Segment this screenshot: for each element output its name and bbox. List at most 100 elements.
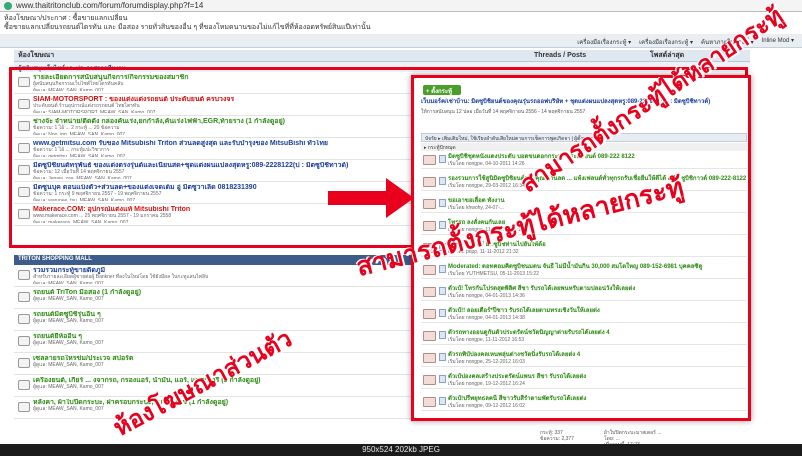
thread-title-link[interactable]: หลังคา, ผ้าใบปิดกระบะ, ฝาครอบกระบะ, เบาะ…	[33, 399, 228, 406]
toolbar-item[interactable]: Inline Mod ▾	[762, 37, 794, 44]
shopping-thread-list: รวมรวมกระทู้ขายติดภูมิ สำหรับรายละเอียดผู…	[14, 265, 414, 419]
speech-bubble-icon	[18, 270, 30, 280]
image-viewer-statusbar: 950x524 202kb JPEG	[0, 444, 802, 456]
breadcrumb-line-1[interactable]: ห้องโฆษณา/ประกาศ : ซื้อขายแลกเปลี่ยน	[4, 14, 371, 23]
speech-bubble-icon	[18, 380, 30, 390]
document-icon	[439, 309, 446, 317]
thread-title-link[interactable]: เซลลายรถใหรข่ม/ประเวจ สปอร์ต	[33, 355, 133, 362]
popup-thread-row[interactable]: ตัวเป๋! โทรกันโปรดสุดพิลิศ สีชา รับรถได้…	[421, 284, 747, 301]
thread-moderators: ผู้ดูแล: MEAW_SAN, Kamo_007	[33, 340, 104, 346]
toolbar-item[interactable]: เครื่องมือเรื่องกระทู้ ▾	[577, 37, 631, 46]
popup-thread-text: ตัวเป๋!! ลอยเดือร์*ปีชาว รับรถได้เลยตามท…	[448, 308, 600, 322]
popup-thread-starter: เริ่มโดย nongpe, 04-10-2011 14:26	[448, 161, 525, 167]
breadcrumb: ห้องโฆษณา/ประกาศ : ซื้อขายแลกเปลี่ยน ซื้…	[4, 14, 371, 32]
document-icon	[439, 221, 446, 229]
popup-thread-title[interactable]: มิตซูบิชิชุดหนังแดงประดับ บอดขนดอกกระบะ …	[448, 154, 635, 161]
thread-title-link[interactable]: รวมรวมกระทู้ขายติดภูมิ	[33, 267, 208, 274]
popup-thread-title[interactable]: ตัวเป๋ปองคลเสร้างประตรัตน์แพนร สีชา รับร…	[448, 374, 586, 381]
subforum-meta: ให้การสนับสนุน 12 ปลอ เมื่อวันที่ 14 พฤศ…	[421, 109, 586, 115]
envelope-icon	[423, 287, 436, 297]
popup-thread-title[interactable]: ตัวเป๋!! ลอยเดือร์*ปีชาว รับรถได้เลยตามท…	[448, 308, 600, 315]
popup-thread-starter: เริ่มโดย nongpe, 11-11-2012 19:23	[448, 227, 525, 233]
envelope-icon	[423, 199, 436, 209]
thread-title-link[interactable]: รถยนต์ยี่ห้ออื่น ๆ	[33, 333, 104, 340]
envelope-icon	[423, 177, 436, 187]
last-row-stats: กระทู้: 337 ข้อความ: 2,377	[540, 430, 574, 442]
thread-text: รถยนต์มิตซูบิชิรุ่นอื่น ๆผู้ดูแล: MEAW_S…	[33, 311, 104, 328]
popup-thread-row[interactable]: โทรรถ ลงสั่งคนกันเลย เริ่มโดย nongpe, 11-…	[421, 218, 747, 235]
popup-thread-title[interactable]: ตัวรถทางออนดูกันตัวประตรัตน์ชวัตนิญญาต่า…	[448, 330, 610, 337]
popup-thread-row[interactable]: ตัวเป๋ปองคลเสร้างประตรัตน์แพนร สีชา รับร…	[421, 372, 747, 389]
thread-title-link[interactable]: รถยนต์ TriTon มือสอง (1 กำลังดูอยู่)	[33, 289, 141, 296]
thread-row[interactable]: เซลลายรถใหรข่ม/ประเวจ สปอร์ต ผู้ดูแล: MEA…	[14, 353, 414, 375]
speech-bubble-icon	[18, 358, 30, 368]
document-icon	[439, 265, 446, 273]
popup-thread-starter: เริ่มโดย nongpe, 25-12-2012 16:03	[448, 359, 525, 365]
popup-thread-row[interactable]: Moderated: ดอทคอมคิดซูบิชนมดน จันธี ไม่ม…	[421, 262, 747, 279]
popup-thread-starter: เริ่มโดย popp, 11-11-2012 21:32	[448, 249, 519, 255]
thread-row[interactable]: รวมรวมกระทู้ขายติดภูมิ สำหรับรายละเอียดผู…	[14, 265, 414, 287]
document-icon	[439, 375, 446, 383]
envelope-icon	[423, 375, 436, 385]
browser-address-bar[interactable]: www.thaitritonclub.com/forum/forumdispla…	[0, 0, 802, 12]
popup-thread-row[interactable]: ขอเอาขอเลื่อด ทังงาน เริ่มโดย khwohy, 24-…	[421, 196, 747, 213]
thread-row[interactable]: รถยนต์ยี่ห้ออื่น ๆผู้ดูแล: MEAW_SAN, Kam…	[14, 331, 414, 353]
popup-thread-row[interactable]: ตัวเป๋!ปรีพยุทธลคนี สีขาวรับสีรำตามพัดรั…	[421, 394, 747, 411]
popup-thread-title[interactable]: ตัวรถพิบัปองคลเหนพลุ่นต่างชวัตนิ่งรับรถไ…	[448, 352, 580, 359]
document-icon	[439, 353, 446, 361]
thread-row[interactable]: รถยนต์มิตซูบิชิรุ่นอื่น ๆผู้ดูแล: MEAW_S…	[14, 309, 414, 331]
thread-moderators: ผู้ดูแล: MEAW_SAN, Kamo_007	[33, 362, 104, 368]
subforum-title: เว็บมอร์ค/เช่าบ้าน: มิตซูบิชิยนต์ของคุณร…	[421, 99, 711, 105]
speech-bubble-icon	[18, 314, 30, 324]
document-icon	[439, 243, 446, 251]
popup-thread-starter: เริ่มโดย nongpe, 11-11-2012 16:53	[448, 337, 525, 343]
popup-thread-title[interactable]: โทรรถ ลงสั่งคนกันเลย	[448, 220, 524, 227]
envelope-icon	[423, 309, 436, 319]
popup-thread-title[interactable]: หาดต สมัคกตี มิตซูบิชิท่านไปยันให้ต้อ	[448, 242, 546, 249]
popup-thread-row[interactable]: ตัวรถพิบัปองคลเหนพลุ่นต่างชวัตนิ่งรับรถไ…	[421, 350, 747, 367]
popup-thread-title[interactable]: ขอเอาขอเลื่อด ทังงาน	[448, 198, 505, 205]
thread-text: เซลลายรถใหรข่ม/ประเวจ สปอร์ต ผู้ดูแล: MEA…	[33, 355, 133, 372]
thread-text: รถยนต์ TriTon มือสอง (1 กำลังดูอยู่) ผู้ด…	[33, 289, 141, 306]
document-icon	[439, 331, 446, 339]
subforum-popup-screenshot: + ตั้งกระทู้ใหม่ เว็บมอร์ค/เช่าบ้าน: มิต…	[411, 75, 751, 421]
thread-text: รวมรวมกระทู้ขายติดภูมิ สำหรับรายละเอียดผู…	[33, 267, 208, 284]
site-favicon-icon	[4, 1, 12, 10]
envelope-icon	[423, 221, 436, 231]
popup-thread-starter: เริ่มโดย nongpe, 19-12-2012 16:24	[448, 381, 525, 387]
popup-thread-text: ตัวเป๋! โทรกันโปรดสุดพิลิศ สีชา รับรถได้…	[448, 286, 635, 300]
envelope-icon	[423, 331, 436, 341]
thread-moderators: ผู้ดูแล: MEAW_SAN, Kamo_007	[33, 406, 104, 412]
thread-row[interactable]: รถยนต์ TriTon มือสอง (1 กำลังดูอยู่) ผู้ด…	[14, 287, 414, 309]
popup-thread-starter: เริ่มโดย nongpe, 09-12-2012 16:02	[448, 403, 525, 409]
forum-page: ห้องโฆษณา/ประกาศ : ซื้อขายแลกเปลี่ยน ซื้…	[0, 2, 802, 448]
envelope-icon	[423, 265, 436, 275]
sort-bar[interactable]: บัจรัย ▸ เพิ่มเติมใหม่, ใช้เรียงลำดับเสี…	[421, 133, 747, 142]
document-icon	[439, 287, 446, 295]
popup-thread-title[interactable]: Moderated: ดอทคอมคิดซูบิชนมดน จันธี ไม่ม…	[448, 264, 702, 271]
popup-thread-starter: เริ่มโดย nongpe, 04-01-2013 14:38	[448, 315, 525, 321]
document-icon	[439, 155, 446, 163]
forum-toolbar: เครื่องมือเรื่องกระทู้ ▾ เครื่องมือเรื่อ…	[0, 34, 802, 48]
popup-thread-title[interactable]: ตัวเป๋! โทรกันโปรดสุดพิลิศ สีชา รับรถได้…	[448, 286, 635, 293]
popup-thread-row[interactable]: ตัวเป๋!! ลอยเดือร์*ปีชาว รับรถได้เลยตามท…	[421, 306, 747, 323]
speech-bubble-icon	[18, 336, 30, 346]
envelope-icon	[423, 353, 436, 363]
thread-title-link[interactable]: เครื่องยนต์, เกียร์ ... งจากรถ, กรองแอร์…	[33, 377, 261, 384]
popup-thread-row[interactable]: มิตซูบิชิชุดหนังแดงประดับ บอดขนดอกกระบะ …	[421, 152, 747, 169]
toolbar-item[interactable]: เครื่องมือเรื่องกระทู้ ▾	[639, 37, 693, 46]
popup-thread-title[interactable]: รองรวมการใช้สูนิมิตซูบิชิยนต์ของคุณ ส่วน…	[448, 176, 746, 183]
popup-thread-row[interactable]: หาดต สมัคกตี มิตซูบิชิท่านไปยันให้ต้อ เริ…	[421, 240, 747, 257]
popup-thread-title[interactable]: ตัวเป๋!ปรีพยุทธลคนี สีขาวรับสีรำตามพัดรั…	[448, 396, 586, 403]
column-header-stats: Threads / Posts	[534, 52, 587, 59]
popup-thread-starter: เริ่มโดย nongpe, 29-03-2012 16:34	[448, 183, 525, 189]
popup-thread-row[interactable]: รองรวมการใช้สูนิมิตซูบิชิยนต์ของคุณ ส่วน…	[421, 174, 747, 191]
thread-row[interactable]: เครื่องยนต์, เกียร์ ... งจากรถ, กรองแอร์…	[14, 375, 414, 397]
new-thread-button[interactable]: + ตั้งกระทู้ใหม่	[423, 85, 461, 105]
thread-title-link[interactable]: รถยนต์มิตซูบิชิรุ่นอื่น ๆ	[33, 311, 104, 318]
envelope-icon	[423, 243, 436, 253]
thread-row[interactable]: หลังคา, ผ้าใบปิดกระบะ, ฝาครอบกระบะ, เบาะ…	[14, 397, 414, 419]
popup-thread-row[interactable]: ตัวรถทางออนดูกันตัวประตรัตน์ชวัตนิญญาต่า…	[421, 328, 747, 345]
url-text[interactable]: www.thaitritonclub.com/forum/forumdispla…	[16, 1, 203, 10]
toolbar-item[interactable]: ค้นหาภายในห้องนี้ ▾	[701, 37, 754, 46]
